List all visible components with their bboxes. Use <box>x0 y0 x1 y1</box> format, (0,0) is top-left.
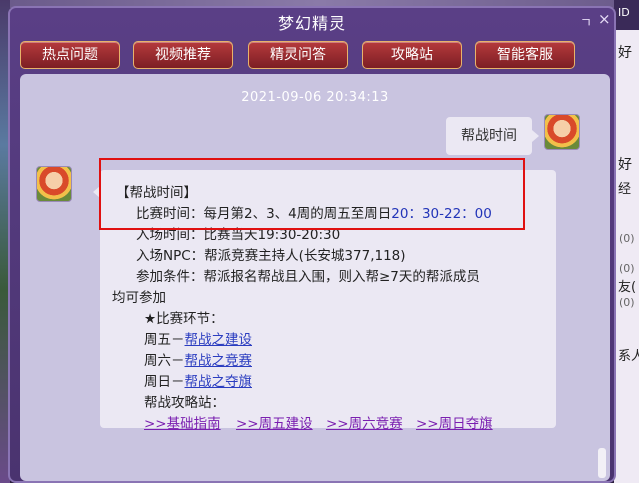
reply-condition-cont: 均可参加 <box>112 290 166 306</box>
stage-sunday-link[interactable]: 帮战之夺旗 <box>185 374 253 390</box>
guide-link-basics[interactable]: >>基础指南 <box>144 412 221 432</box>
stage-friday-label: 周五－ <box>144 332 185 348</box>
stage-saturday-link[interactable]: 帮战之竞赛 <box>185 353 253 369</box>
chat-timestamp: 2021-09-06 20:34:13 <box>241 90 389 105</box>
reply-match-time: 比赛时间：每月第2、3、4周的周五至周日20：30-22：00 <box>136 202 492 222</box>
guide-link-sunday[interactable]: >>周日夺旗 <box>416 412 493 432</box>
match-time-label: 比赛时间：每月第2、3、4周的周五至周日 <box>136 206 392 222</box>
stage-sunday: 周日－帮战之夺旗 <box>144 370 252 390</box>
tab-smart-service[interactable]: 智能客服 <box>475 41 575 69</box>
tab-spirit-qa[interactable]: 精灵问答 <box>248 41 348 69</box>
stage-saturday-label: 周六－ <box>144 353 185 369</box>
reply-condition: 参加条件：帮派报名帮战且入围，则入帮≥7天的帮派成员 <box>136 269 480 285</box>
tab-video-recommend[interactable]: 视频推荐 <box>133 41 233 69</box>
background-right-count: (0) <box>619 232 635 245</box>
stage-friday: 周五－帮战之建设 <box>144 328 252 348</box>
guide-link-friday[interactable]: >>周五建设 <box>236 412 313 432</box>
background-right-id: ID <box>618 6 630 19</box>
reply-entry-npc: 入场NPC：帮派竞赛主持人(长安城377,118) <box>136 248 406 264</box>
guide-title: 帮战攻略站： <box>144 395 225 411</box>
match-time-value: 20：30-22：00 <box>391 206 492 222</box>
tab-strategy-site[interactable]: 攻略站 <box>362 41 462 69</box>
assistant-avatar <box>36 166 72 202</box>
background-right-item: 系人 <box>618 349 639 364</box>
close-icon[interactable]: × <box>598 10 611 28</box>
chat-panel[interactable]: 2021-09-06 20:34:13 帮战时间 【帮战时间】 比赛时间：每月第… <box>20 74 610 481</box>
reply-heading: 【帮战时间】 <box>116 185 197 201</box>
background-right-item: 好 <box>618 45 632 61</box>
background-right-item: 好 <box>618 157 632 173</box>
stage-sunday-label: 周日－ <box>144 374 185 390</box>
background-right-item: 经 <box>618 182 632 197</box>
background-right-count: (0) <box>619 262 635 275</box>
pin-icon[interactable]: ㄱ <box>580 12 592 31</box>
assistant-window: 梦幻精灵 ㄱ × 热点问题 视频推荐 精灵问答 攻略站 智能客服 2021-09… <box>8 6 616 483</box>
background-right-item: 友( <box>618 280 637 295</box>
guide-link-saturday[interactable]: >>周六竞赛 <box>326 412 403 432</box>
stages-title: ★比赛环节： <box>144 311 224 327</box>
scrollbar-thumb[interactable] <box>598 448 606 478</box>
background-right-count: (0) <box>619 296 635 309</box>
stage-saturday: 周六－帮战之竞赛 <box>144 349 252 369</box>
user-message-bubble: 帮战时间 <box>446 117 539 155</box>
window-title: 梦幻精灵 <box>277 14 346 33</box>
assistant-reply-bubble: 【帮战时间】 比赛时间：每月第2、3、4周的周五至周日20：30-22：00 入… <box>93 170 556 432</box>
reply-entry-time: 入场时间：比赛当天19:30-20:30 <box>136 227 341 243</box>
tab-hot-questions[interactable]: 热点问题 <box>20 41 120 69</box>
user-avatar <box>544 114 580 150</box>
stage-friday-link[interactable]: 帮战之建设 <box>185 332 253 348</box>
